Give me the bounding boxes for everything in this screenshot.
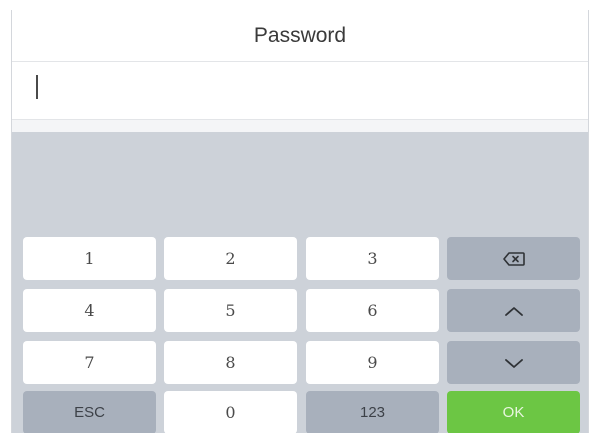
esc-button[interactable]: ESC [23,391,156,433]
up-button[interactable] [447,289,580,332]
text-cursor [36,75,38,99]
down-button[interactable] [447,341,580,384]
key-8[interactable]: 8 [164,341,297,384]
key-7[interactable]: 7 [23,341,156,384]
numeric-keypad: 1 2 3 4 5 6 7 8 9 ESC 0 123 OK [12,132,588,433]
key-4[interactable]: 4 [23,289,156,332]
dialog-title: Password [12,10,588,62]
key-9[interactable]: 9 [306,341,439,384]
key-2[interactable]: 2 [164,237,297,280]
backspace-icon [502,251,525,266]
divider [12,120,588,132]
password-dialog: Password 1 2 3 4 5 6 7 8 9 ESC 0 123 OK [11,10,589,433]
key-0[interactable]: 0 [164,391,297,433]
chevron-down-icon [504,357,524,369]
chevron-up-icon [504,305,524,317]
key-1[interactable]: 1 [23,237,156,280]
ok-button[interactable]: OK [447,391,580,433]
backspace-button[interactable] [447,237,580,280]
key-3[interactable]: 3 [306,237,439,280]
key-6[interactable]: 6 [306,289,439,332]
password-input[interactable] [12,62,588,120]
input-mode-button[interactable]: 123 [306,391,439,433]
key-5[interactable]: 5 [164,289,297,332]
